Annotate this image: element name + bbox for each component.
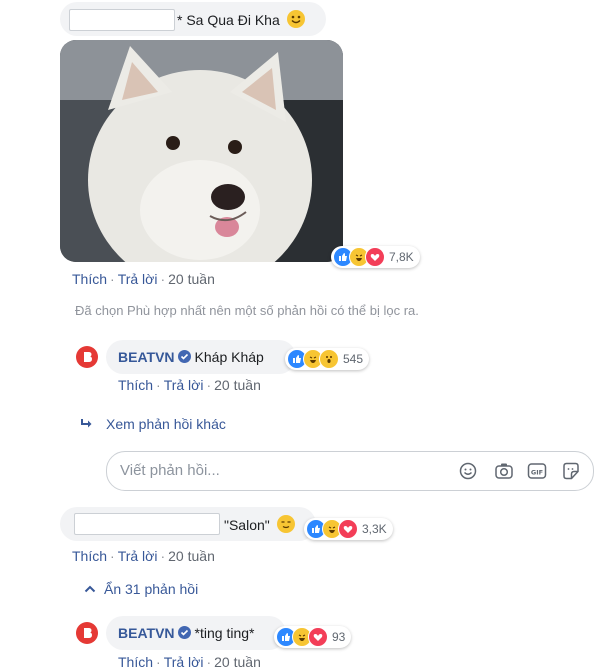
timestamp[interactable]: 20 tuần	[214, 654, 261, 670]
reply-arrow-icon	[80, 418, 94, 430]
reply-input[interactable]: Viết phản hồi...	[120, 462, 220, 479]
camera-icon[interactable]	[494, 462, 514, 485]
like-link[interactable]: Thích	[72, 271, 107, 287]
love-reaction-icon	[365, 247, 385, 267]
reaction-count: 93	[332, 630, 346, 644]
reaction-count: 3,3K	[362, 522, 387, 536]
smiley-emoji-icon	[276, 515, 295, 533]
comment-bubble: * Sa Qua Đi Kha	[60, 2, 326, 36]
filter-note: Đã chọn Phù hợp nhất nên một số phản hồi…	[75, 303, 419, 318]
timestamp[interactable]: 20 tuần	[168, 271, 215, 287]
reaction-count: 7,8K	[389, 250, 414, 264]
svg-text:GIF: GIF	[531, 469, 543, 477]
gif-icon[interactable]: GIF	[527, 462, 547, 485]
reply-link[interactable]: Trả lời	[164, 654, 204, 670]
reply-actions: Thích · Trả lời · 20 tuần	[118, 377, 261, 393]
sticker-icon[interactable]	[562, 462, 580, 485]
view-more-label[interactable]: Xem phản hồi khác	[106, 416, 226, 432]
comment-bubble: "Salon"	[60, 507, 316, 541]
author-name[interactable]: BEATVN	[118, 625, 175, 641]
reply-link[interactable]: Trả lời	[118, 548, 158, 564]
reactions-summary[interactable]: 7,8K	[331, 246, 420, 268]
avatar[interactable]	[76, 622, 98, 644]
reaction-count: 545	[343, 352, 364, 366]
dog-photo[interactable]	[60, 40, 343, 262]
reply-text: Kháp Kháp	[194, 349, 264, 365]
like-link[interactable]: Thích	[72, 548, 107, 564]
author-name[interactable]: BEATVN	[118, 349, 175, 365]
redacted-name	[74, 513, 220, 535]
redacted-name	[69, 9, 175, 31]
like-link[interactable]: Thích	[118, 654, 153, 670]
love-reaction-icon	[338, 519, 358, 539]
hide-replies-label[interactable]: Ẩn 31 phản hồi	[104, 581, 198, 597]
timestamp[interactable]: 20 tuần	[214, 377, 261, 393]
chevron-up-icon	[84, 584, 96, 594]
wow-reaction-icon	[319, 349, 339, 369]
reply-bubble: BEATVN Kháp Kháp	[106, 340, 296, 374]
comment-text: * Sa Qua Đi Kha	[177, 12, 280, 28]
reply-bubble: BEATVN *ting ting*	[106, 616, 286, 650]
verified-badge-icon	[177, 350, 191, 363]
hide-replies[interactable]: Ẩn 31 phản hồi	[84, 581, 198, 597]
avatar[interactable]	[76, 346, 98, 368]
comment-actions: Thích · Trả lời · 20 tuần	[72, 271, 215, 287]
reply-text: *ting ting*	[194, 625, 255, 641]
like-link[interactable]: Thích	[118, 377, 153, 393]
reactions-summary[interactable]: 93	[274, 626, 352, 648]
comment-actions: Thích · Trả lời · 20 tuần	[72, 548, 215, 564]
comment-text: "Salon"	[224, 517, 270, 533]
reply-actions: Thích · Trả lời · 20 tuần	[118, 654, 261, 670]
view-more-replies[interactable]: Xem phản hồi khác	[80, 416, 226, 432]
smiley-emoji-icon	[286, 10, 305, 28]
timestamp[interactable]: 20 tuần	[168, 548, 215, 564]
reactions-summary[interactable]: 545	[285, 348, 370, 370]
reply-input-box[interactable]: Viết phản hồi... GIF	[106, 451, 594, 491]
love-reaction-icon	[308, 627, 328, 647]
reactions-summary[interactable]: 3,3K	[304, 518, 393, 540]
reply-link[interactable]: Trả lời	[118, 271, 158, 287]
reply-link[interactable]: Trả lời	[164, 377, 204, 393]
emoji-icon[interactable]	[459, 462, 477, 485]
verified-badge-icon	[177, 626, 191, 639]
